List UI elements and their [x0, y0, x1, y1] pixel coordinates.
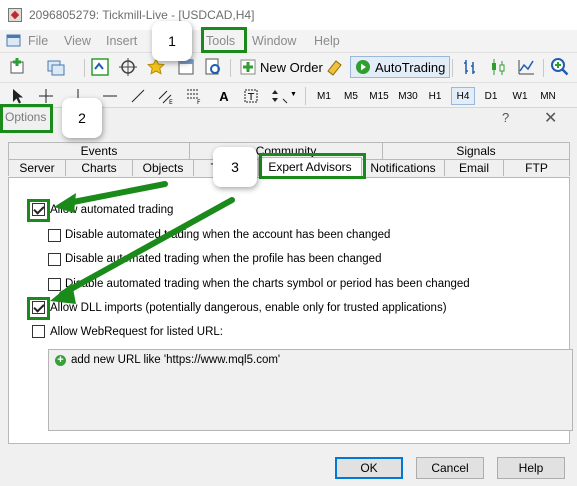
- expert-advisors-tab-highlight: [259, 153, 366, 179]
- allow-webrequest-label: Allow WebRequest for listed URL:: [50, 326, 223, 338]
- add-url-icon[interactable]: +: [55, 355, 66, 366]
- tab-charts[interactable]: Charts: [65, 159, 133, 176]
- allow-dll-imports-label: Allow DLL imports (potentially dangerous…: [50, 302, 447, 314]
- menu-window[interactable]: Window: [252, 34, 296, 48]
- plus-icon: [240, 59, 256, 75]
- arrows-icon[interactable]: [270, 86, 290, 106]
- timeframe-m1[interactable]: M1: [313, 87, 335, 105]
- menu-view[interactable]: View: [64, 34, 91, 48]
- step-1-callout: 1: [152, 21, 192, 61]
- timeframe-h4[interactable]: H4: [451, 87, 475, 105]
- svg-text:T: T: [247, 92, 255, 103]
- timeframe-w1[interactable]: W1: [508, 87, 532, 105]
- disable-on-symbol-change-checkbox[interactable]: [48, 278, 61, 291]
- tab-events[interactable]: Events: [8, 142, 190, 159]
- market-watch-icon[interactable]: [90, 57, 110, 77]
- app-icon: [8, 8, 22, 22]
- disable-on-account-change-checkbox[interactable]: [48, 229, 61, 242]
- add-url-placeholder[interactable]: add new URL like 'https://www.mql5.com': [71, 354, 280, 366]
- fibonacci-icon[interactable]: F: [184, 86, 204, 106]
- crosshair-icon[interactable]: [36, 86, 56, 106]
- allow-webrequest-checkbox[interactable]: [32, 325, 45, 338]
- equidistant-channel-icon[interactable]: E: [156, 86, 176, 106]
- new-order-button[interactable]: New Order: [236, 56, 327, 78]
- timeframe-m5[interactable]: M5: [340, 87, 362, 105]
- tab-server[interactable]: Server: [8, 159, 66, 176]
- line-chart-icon[interactable]: [516, 57, 536, 77]
- svg-text:F: F: [197, 99, 201, 105]
- tab-notifications[interactable]: Notifications: [361, 159, 445, 176]
- menu-help[interactable]: Help: [314, 34, 340, 48]
- ok-button[interactable]: OK: [335, 457, 403, 479]
- tab-ftp[interactable]: FTP: [503, 159, 570, 176]
- window-title: 2096805279: Tickmill-Live - [USDCAD,H4]: [29, 8, 255, 22]
- autotrading-button[interactable]: AutoTrading: [350, 56, 451, 78]
- tab-signals[interactable]: Signals: [382, 142, 570, 159]
- standard-toolbar: ▼ ▼ New Order AutoTrading: [0, 52, 577, 122]
- trendline-icon[interactable]: [128, 86, 148, 106]
- menu-insert[interactable]: Insert: [106, 34, 137, 48]
- timeframe-h1[interactable]: H1: [424, 87, 446, 105]
- disable-on-account-change-label: Disable automated trading when the accou…: [65, 229, 391, 241]
- new-order-label: New Order: [260, 59, 323, 75]
- help-button[interactable]: Help: [497, 457, 565, 479]
- menu-file[interactable]: File: [28, 34, 48, 48]
- close-icon[interactable]: ✕: [544, 108, 557, 128]
- menu-bar: File View Insert Tools Window Help: [0, 30, 577, 52]
- tab-email[interactable]: Email: [444, 159, 504, 176]
- strategy-tester-icon[interactable]: [203, 57, 223, 77]
- allow-automated-trading-label: Allow automated trading: [50, 204, 174, 216]
- text-label-icon[interactable]: T: [241, 86, 261, 106]
- cursor-icon[interactable]: [8, 86, 28, 106]
- options-title-highlight: [0, 104, 53, 133]
- help-question-icon[interactable]: ?: [502, 110, 509, 125]
- play-icon: [356, 60, 370, 74]
- zoom-in-icon[interactable]: [550, 57, 570, 77]
- timeframe-mn[interactable]: MN: [536, 87, 560, 105]
- cancel-button[interactable]: Cancel: [416, 457, 484, 479]
- crosshair-navigator-icon[interactable]: [118, 57, 138, 77]
- bar-chart-icon[interactable]: [460, 57, 480, 77]
- candlestick-chart-icon[interactable]: [488, 57, 508, 77]
- dropdown-arrow-icon[interactable]: ▼: [290, 91, 297, 98]
- profiles-icon[interactable]: [46, 57, 66, 77]
- title-bar: 2096805279: Tickmill-Live - [USDCAD,H4]: [0, 0, 577, 30]
- disable-on-profile-change-label: Disable automated trading when the profi…: [65, 253, 382, 265]
- horizontal-line-icon[interactable]: [100, 86, 120, 106]
- timeframe-m30[interactable]: M30: [395, 87, 421, 105]
- disable-on-profile-change-checkbox[interactable]: [48, 253, 61, 266]
- step-3-callout: 3: [213, 147, 257, 187]
- new-chart-icon[interactable]: [8, 57, 28, 77]
- tools-menu-highlight: [201, 27, 247, 53]
- svg-text:E: E: [169, 99, 173, 105]
- timeframe-d1[interactable]: D1: [480, 87, 502, 105]
- disable-on-symbol-change-label: Disable automated trading when the chart…: [65, 278, 470, 290]
- text-tool-icon[interactable]: A: [214, 86, 234, 106]
- tab-objects[interactable]: Objects: [132, 159, 194, 176]
- timeframe-m15[interactable]: M15: [366, 87, 392, 105]
- autotrading-label: AutoTrading: [375, 59, 446, 75]
- step-2-callout: 2: [62, 98, 102, 138]
- allow-trading-checkbox-highlight: [27, 199, 50, 222]
- allow-dll-checkbox-highlight: [27, 297, 50, 320]
- metaeditor-icon[interactable]: [325, 57, 345, 77]
- chart-window-icon[interactable]: [6, 33, 21, 48]
